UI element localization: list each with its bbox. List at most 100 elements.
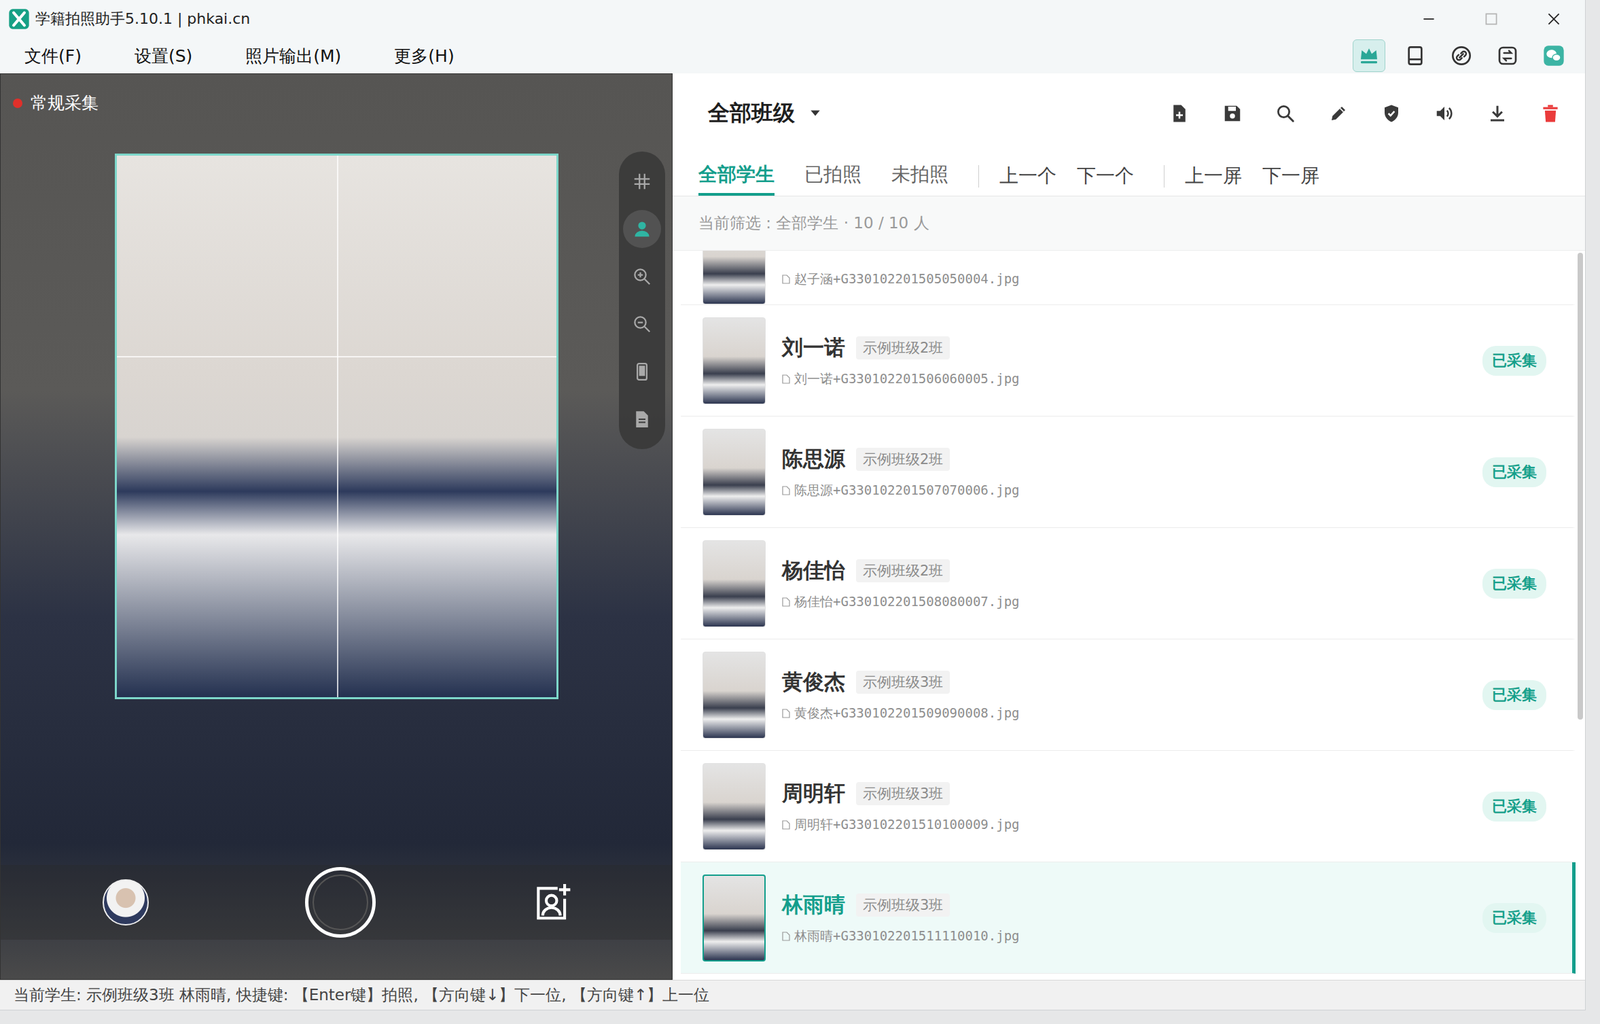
document-button[interactable]: [623, 400, 662, 439]
search-icon: [1275, 103, 1296, 124]
file-name: 陈思源+G330102201507070006.jpg: [781, 481, 1467, 500]
student-row[interactable]: 林雨晴示例班级3班林雨晴+G330102201511110010.jpg已采集: [680, 862, 1576, 974]
person-button[interactable]: [623, 209, 662, 248]
student-photo: [702, 428, 766, 516]
close-icon: [1544, 10, 1563, 28]
caret-down-icon: [809, 109, 821, 117]
capture-controls: [0, 864, 672, 940]
scrollbar[interactable]: [1575, 250, 1586, 980]
guide-line: [336, 155, 339, 698]
menu-item[interactable]: 更多(H): [394, 44, 454, 68]
wechat-icon: [1542, 44, 1565, 67]
close-button[interactable]: [1522, 0, 1586, 39]
search-button[interactable]: [1269, 97, 1302, 130]
trash-icon: [1540, 103, 1561, 124]
class-tag: 示例班级3班: [856, 781, 950, 806]
nav-button[interactable]: 下一屏: [1262, 152, 1320, 196]
divider: [1163, 165, 1165, 188]
shutter-button[interactable]: [305, 866, 376, 938]
divider: [978, 165, 980, 188]
student-photo: [702, 651, 766, 739]
student-name: 杨佳怡: [781, 556, 846, 585]
nav-button[interactable]: 下一个: [1076, 152, 1134, 196]
nav-button[interactable]: 上一屏: [1184, 152, 1242, 196]
file-name: 杨佳怡+G330102201508080007.jpg: [781, 593, 1467, 611]
status-badge: 已采集: [1482, 457, 1547, 488]
crown-button[interactable]: [1352, 39, 1386, 73]
tab[interactable]: 已拍照: [804, 152, 862, 196]
file-icon: [781, 597, 791, 607]
minimize-button[interactable]: [1397, 0, 1461, 39]
student-name: 黄俊杰: [781, 667, 846, 697]
student-name: 陈思源: [781, 445, 846, 474]
edit-button[interactable]: [1322, 97, 1355, 130]
download-button[interactable]: [1481, 97, 1514, 130]
wechat-button[interactable]: [1537, 39, 1571, 73]
file-add-icon: [1169, 103, 1190, 124]
shield-button[interactable]: [1375, 97, 1408, 130]
app-window: 学籍拍照助手5.10.1 | phkai.cn 文件(F) 设置(S) 照片输出(M)…: [0, 0, 1586, 1011]
volume-button[interactable]: [1428, 97, 1461, 130]
menu-item[interactable]: 文件(F): [24, 44, 82, 68]
grid-button[interactable]: [623, 162, 662, 201]
file-icon: [781, 485, 791, 496]
student-photo: [702, 250, 766, 305]
trash-button[interactable]: [1534, 97, 1567, 130]
file-icon: [781, 274, 791, 284]
status-badge: 已采集: [1482, 791, 1547, 822]
student-row[interactable]: 黄俊杰示例班级3班黄俊杰+G330102201509090008.jpg已采集: [680, 639, 1576, 751]
swap-icon: [1496, 44, 1519, 67]
maximize-button[interactable]: [1460, 0, 1523, 39]
window-title: 学籍拍照助手5.10.1 | phkai.cn: [35, 8, 251, 30]
swap-button[interactable]: [1491, 39, 1524, 73]
save-icon: [1222, 103, 1243, 124]
student-row[interactable]: 刘一诺示例班级2班刘一诺+G330102201506060005.jpg已采集: [680, 305, 1576, 417]
person-icon: [631, 218, 653, 240]
class-tag: 示例班级2班: [856, 447, 950, 471]
file-name: 黄俊杰+G330102201509090008.jpg: [781, 704, 1467, 723]
class-tag: 示例班级2班: [856, 336, 950, 360]
student-name: 周明轩: [781, 779, 846, 808]
status-badge: 已采集: [1482, 568, 1547, 599]
import-photo-icon[interactable]: [531, 881, 574, 924]
student-panel: 全部班级全部学生已拍照未拍照上一个下一个上一屏下一屏当前筛选 : 全部学生 · …: [672, 73, 1586, 980]
student-row[interactable]: 赵子涵+G330102201505050004.jpg: [680, 250, 1576, 306]
student-photo: [702, 317, 766, 405]
document-icon: [631, 409, 653, 430]
zoom-in-button[interactable]: [623, 257, 662, 296]
class-tag: 示例班级2班: [856, 559, 950, 583]
tab[interactable]: 未拍照: [891, 152, 949, 196]
tablet-button[interactable]: [1398, 39, 1432, 73]
menu-bar: 文件(F) 设置(S) 照片输出(M) 更多(H): [0, 38, 1586, 74]
last-photo-thumbnail[interactable]: [102, 879, 149, 926]
file-name: 刘一诺+G330102201506060005.jpg: [781, 370, 1467, 388]
menu-item[interactable]: 设置(S): [134, 44, 193, 68]
file-name: 林雨晴+G330102201511110010.jpg: [781, 927, 1467, 946]
file-icon: [781, 708, 791, 719]
student-row[interactable]: 周明轩示例班级3班周明轩+G330102201510100009.jpg 已采集: [680, 750, 1576, 863]
student-row[interactable]: 陈思源示例班级2班陈思源+G330102201507070006.jpg 已采集: [680, 416, 1576, 528]
recording-dot: [12, 98, 23, 109]
menu-item[interactable]: 照片输出(M): [245, 44, 342, 68]
link-button[interactable]: [1445, 39, 1478, 73]
scrollbar-thumb[interactable]: [1577, 252, 1584, 720]
phone-button[interactable]: [623, 352, 662, 391]
nav-button[interactable]: 上一个: [999, 152, 1057, 196]
file-icon: [781, 931, 791, 941]
save-button[interactable]: [1216, 97, 1249, 130]
download-icon: [1487, 103, 1508, 124]
filter-tabs: 全部学生已拍照未拍照 上一个下一个 上一屏下一屏: [672, 152, 1586, 197]
file-add-button[interactable]: [1163, 97, 1196, 130]
crop-frame[interactable]: [114, 153, 559, 700]
file-icon: [781, 374, 791, 384]
student-row[interactable]: 杨佳怡示例班级2班杨佳怡+G330102201508080007.jpg 已采集: [680, 527, 1576, 640]
student-list: 赵子涵+G330102201505050004.jpg刘一诺示例班级2班刘一诺+…: [672, 250, 1576, 980]
status-badge: 已采集: [1482, 680, 1547, 710]
tab[interactable]: 全部学生: [698, 152, 775, 196]
file-name: 周明轩+G330102201510100009.jpg: [781, 815, 1467, 834]
phone-icon: [631, 361, 653, 382]
class-dropdown[interactable]: 全部班级: [707, 98, 821, 129]
class-tag: 示例班级3班: [856, 893, 950, 917]
student-photo: [702, 762, 766, 850]
zoom-out-button[interactable]: [623, 305, 662, 344]
